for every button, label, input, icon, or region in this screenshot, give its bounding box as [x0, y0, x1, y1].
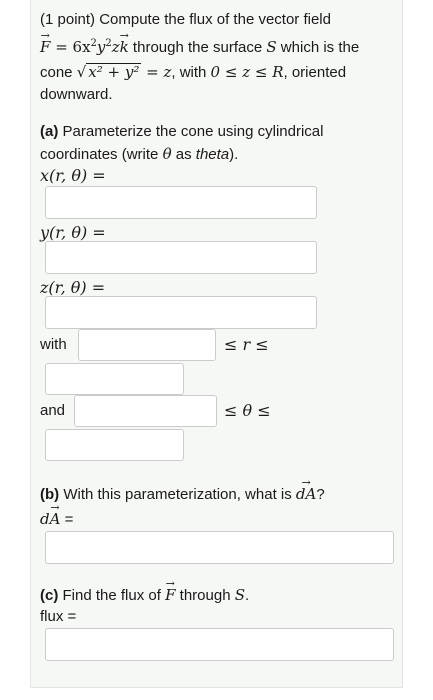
- theta-inequality: ≤ θ ≤: [224, 401, 271, 420]
- sqrt-symbol: √: [76, 63, 87, 81]
- part-b-heading: (b) With this parameterization, what is …: [40, 473, 325, 505]
- r-inequality: ≤ r ≤: [224, 335, 269, 354]
- flux-label: flux =: [40, 608, 77, 625]
- vector-dA: dA: [296, 473, 317, 504]
- vector-F: F: [40, 26, 51, 57]
- x-label: x(r, θ) =: [40, 166, 106, 185]
- problem-line-1: (1 point) Compute the flux of the vector…: [40, 11, 331, 28]
- vector-F-c: F: [165, 574, 176, 605]
- y-input[interactable]: [45, 241, 317, 274]
- problem-line-4: downward.: [40, 86, 113, 103]
- cone-expression: x² + y²: [86, 63, 142, 81]
- z-label: z(r, θ) =: [40, 278, 106, 297]
- r-lower-input[interactable]: [78, 329, 216, 361]
- problem-line-3: cone √ x² + y² = z, with 0 ≤ z ≤ R, orien…: [40, 63, 347, 81]
- theta-upper-input[interactable]: [45, 429, 184, 461]
- theta-lower-input[interactable]: [74, 395, 217, 427]
- r-upper-input[interactable]: [45, 363, 184, 395]
- z-input[interactable]: [45, 296, 317, 329]
- y-label: y(r, θ) =: [40, 223, 106, 242]
- part-a-heading: (a) Parameterize the cone using cylindri…: [40, 123, 324, 140]
- x-input[interactable]: [45, 186, 317, 219]
- flux-input[interactable]: [45, 628, 394, 661]
- part-c-heading: (c) Find the flux of F through S.: [40, 574, 249, 606]
- dA-input[interactable]: [45, 531, 394, 564]
- vector-k: k: [120, 26, 129, 57]
- and-label: and: [40, 402, 66, 419]
- dA-label: dA =: [40, 498, 73, 530]
- problem-line-2: F = 6x2y2zk through the surface S which …: [40, 26, 359, 58]
- with-label: with: [40, 336, 67, 353]
- part-a-subheading: coordinates (write θ as theta).: [40, 145, 239, 163]
